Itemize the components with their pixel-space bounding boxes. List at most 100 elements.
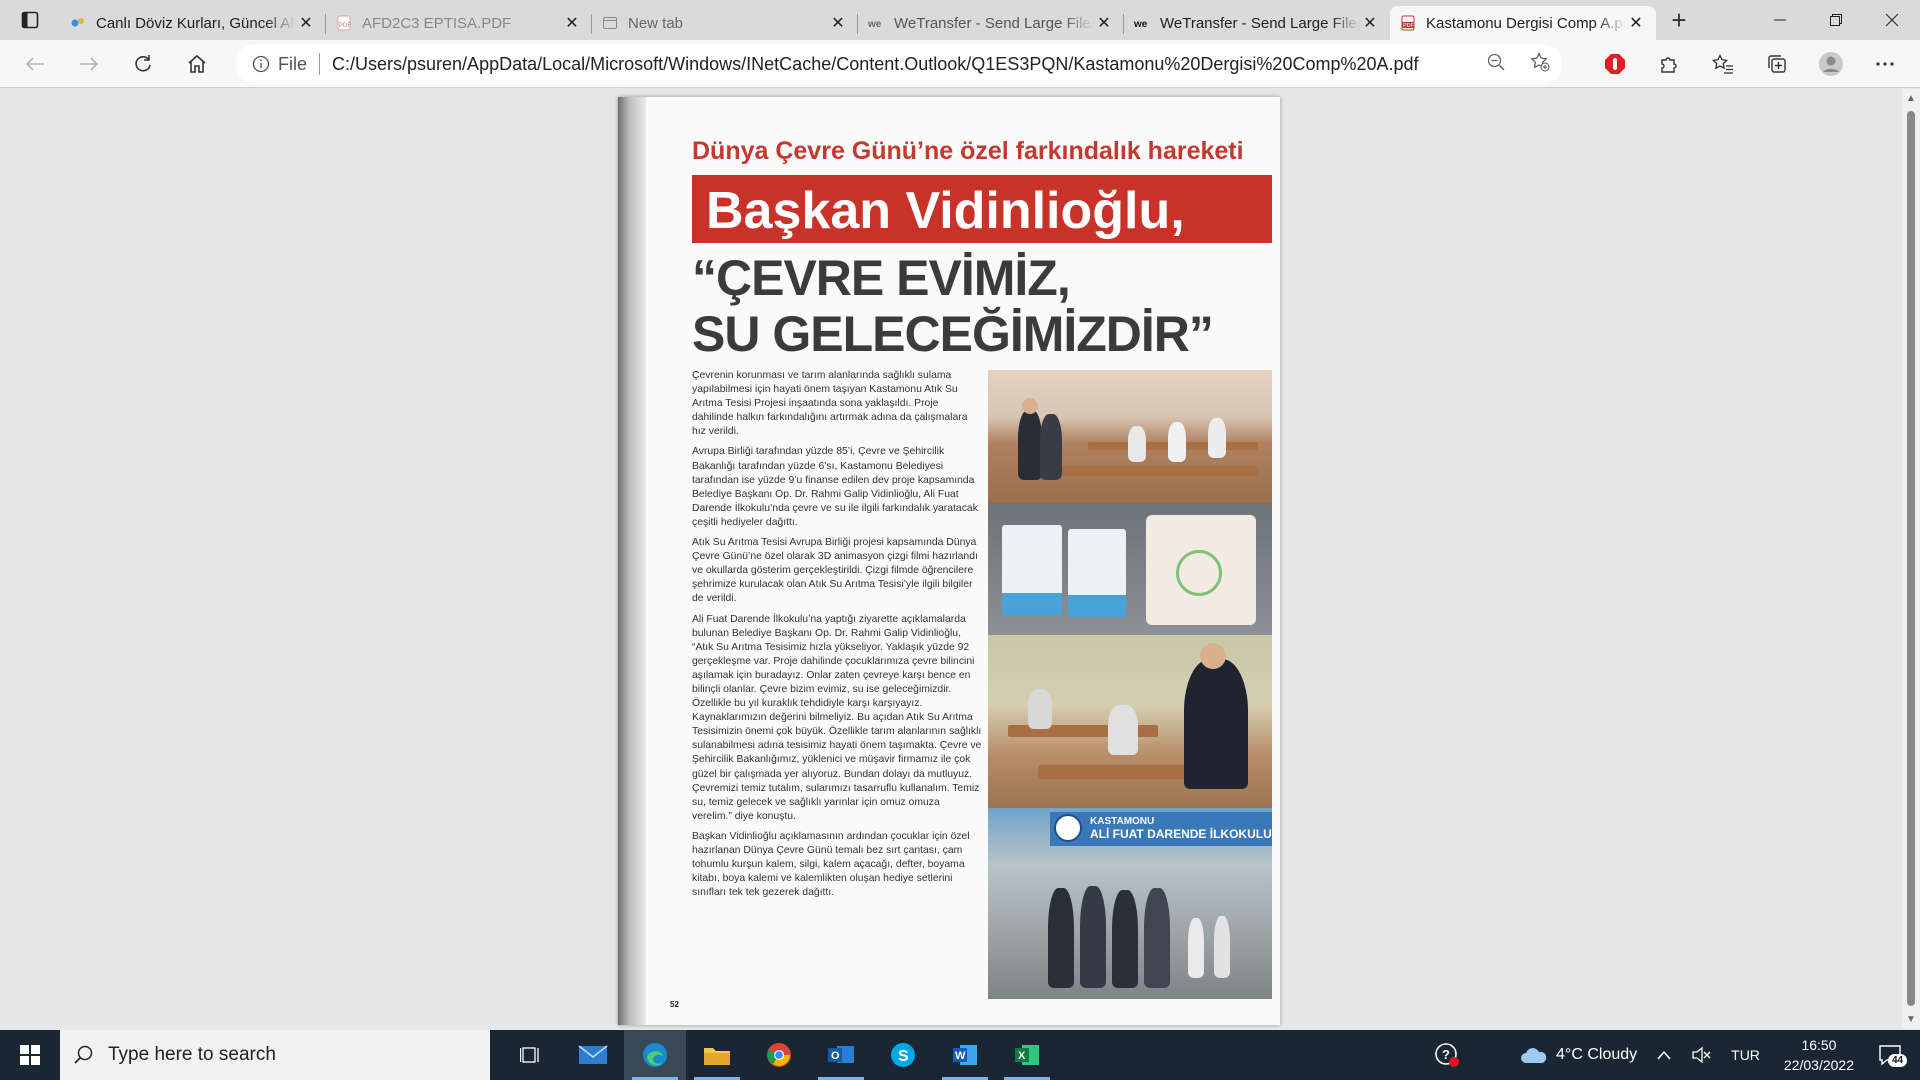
tab-title: Kastamonu Dergisi Comp A.pdf	[1426, 14, 1626, 32]
excel-icon: X	[1015, 1045, 1039, 1065]
chevron-up-icon	[1657, 1050, 1671, 1060]
browser-tab[interactable]: we WeTransfer - Send Large Files ✕	[858, 6, 1124, 40]
help-tray-button[interactable]: ?	[1424, 1030, 1470, 1080]
browser-toolbar: File C:/Users/psuren/AppData/Local/Micro…	[0, 40, 1920, 88]
tab-title: WeTransfer - Send Large Files	[894, 14, 1094, 32]
collections-button[interactable]	[1750, 44, 1804, 84]
pdf-icon: PDF	[1400, 15, 1416, 31]
vertical-scrollbar[interactable]: ▲ ▼	[1902, 89, 1920, 1029]
add-favorite-button[interactable]	[1518, 51, 1562, 77]
browser-tab[interactable]: New tab ✕	[592, 6, 858, 40]
minimize-icon	[1774, 19, 1786, 21]
task-view-icon	[520, 1047, 539, 1063]
start-button[interactable]	[0, 1030, 60, 1080]
article-body: Çevrenin korunması ve tarım alanlarında …	[692, 369, 982, 906]
scroll-down-icon[interactable]: ▼	[1906, 1014, 1916, 1025]
minimize-button[interactable]	[1752, 0, 1808, 40]
wetransfer-icon: we	[1134, 15, 1150, 31]
close-tab-icon[interactable]: ✕	[1360, 13, 1380, 33]
student-figure	[1208, 418, 1226, 458]
article-headline: Başkan Vidinlioğlu,	[706, 182, 1185, 240]
wetransfer-icon: we	[868, 15, 884, 31]
show-hidden-icons-button[interactable]	[1647, 1030, 1681, 1080]
home-button[interactable]	[170, 44, 224, 84]
browser-tab[interactable]: Canlı Döviz Kurları, Güncel Altın ✕	[60, 6, 326, 40]
browser-tab[interactable]: we WeTransfer - Send Large Files ✕	[1124, 6, 1390, 40]
address-divider	[319, 53, 321, 75]
volume-button[interactable]	[1681, 1030, 1721, 1080]
svg-text:S: S	[898, 1048, 909, 1065]
search-icon	[74, 1045, 93, 1064]
school-entrance-photo: KASTAMONU ALİ FUAT DARENDE İLKOKULU	[988, 808, 1272, 999]
adblock-extension-button[interactable]	[1588, 44, 1642, 84]
scroll-up-icon[interactable]: ▲	[1906, 93, 1916, 104]
zoom-button[interactable]	[1474, 53, 1518, 76]
profile-button[interactable]	[1804, 44, 1858, 84]
home-icon	[188, 54, 206, 73]
school-emblem-icon	[1054, 814, 1082, 842]
classroom-photo	[988, 370, 1272, 503]
more-menu-button[interactable]	[1858, 44, 1912, 84]
info-icon[interactable]	[252, 55, 270, 73]
search-placeholder: Type here to search	[108, 1044, 276, 1065]
restore-button[interactable]	[1808, 0, 1864, 40]
outlook-app-button[interactable]: O	[810, 1030, 872, 1080]
chrome-app-button[interactable]	[748, 1030, 810, 1080]
word-app-button[interactable]: W	[934, 1030, 996, 1080]
taskbar-clock[interactable]: 16:50 22/03/2022	[1770, 1035, 1868, 1075]
pdf-icon: PDF	[336, 15, 352, 31]
school-signboard: KASTAMONU ALİ FUAT DARENDE İLKOKULU	[1050, 812, 1272, 846]
tab-actions-button[interactable]	[0, 0, 60, 40]
new-tab-button[interactable]: +	[1656, 0, 1702, 40]
refresh-button[interactable]	[116, 44, 170, 84]
browser-tab-active[interactable]: PDF Kastamonu Dergisi Comp A.pdf ✕	[1390, 6, 1656, 40]
student-figure	[1028, 689, 1052, 729]
notification-center-button[interactable]: 44	[1868, 1030, 1920, 1080]
edge-app-button[interactable]	[624, 1030, 686, 1080]
adblock-icon	[1605, 54, 1625, 74]
skype-icon: S	[891, 1043, 915, 1067]
booklet-shape	[1068, 529, 1126, 617]
tab-title: New tab	[628, 14, 684, 32]
close-tab-icon[interactable]: ✕	[1094, 13, 1114, 33]
extensions-button[interactable]	[1642, 44, 1696, 84]
back-button[interactable]	[8, 44, 62, 84]
svg-text:?: ?	[1442, 1047, 1450, 1062]
file-explorer-button[interactable]	[686, 1030, 748, 1080]
url-text[interactable]: C:/Users/psuren/AppData/Local/Microsoft/…	[332, 54, 1474, 75]
article-kicker: Dünya Çevre Günü’ne özel farkındalık har…	[692, 137, 1244, 165]
article-paragraph: Ali Fuat Darende İlkokulu’na yaptığı ziy…	[692, 613, 982, 822]
browser-tab[interactable]: PDF AFD2C3 EPTISA.PDF ✕	[326, 6, 592, 40]
mail-app-button[interactable]	[562, 1030, 624, 1080]
forward-button[interactable]	[62, 44, 116, 84]
booklet-shape	[1002, 525, 1062, 615]
quote-line-2: SU GELECEĞİMİZDİR”	[692, 306, 1214, 362]
person-figure	[1184, 659, 1248, 789]
newtab-icon	[602, 15, 618, 31]
person-figure	[1048, 888, 1074, 988]
star-add-icon	[1530, 51, 1550, 71]
refresh-icon	[135, 54, 151, 72]
student-figure	[1128, 426, 1146, 462]
page-spine-shadow	[618, 97, 646, 1025]
excel-app-button[interactable]: X	[996, 1030, 1058, 1080]
help-icon: ?	[1435, 1043, 1460, 1067]
svg-text:we: we	[1134, 19, 1148, 28]
chrome-icon	[767, 1043, 791, 1067]
close-tab-icon[interactable]: ✕	[296, 13, 316, 33]
collections-icon	[1768, 55, 1786, 73]
person-head	[1022, 398, 1038, 414]
skype-app-button[interactable]: S	[872, 1030, 934, 1080]
close-tab-icon[interactable]: ✕	[562, 13, 582, 33]
task-view-button[interactable]	[500, 1030, 562, 1080]
favorites-button[interactable]	[1696, 44, 1750, 84]
close-window-button[interactable]	[1864, 0, 1920, 40]
tab-title: WeTransfer - Send Large Files	[1160, 14, 1360, 32]
close-tab-icon[interactable]: ✕	[828, 13, 848, 33]
scrollbar-thumb[interactable]	[1907, 111, 1915, 1006]
weather-widget[interactable]: 4°C Cloudy	[1510, 1030, 1647, 1080]
taskbar-search-box[interactable]: Type here to search	[60, 1030, 490, 1080]
language-indicator[interactable]: TUR	[1721, 1030, 1770, 1080]
close-tab-icon[interactable]: ✕	[1626, 13, 1646, 33]
address-bar[interactable]: File C:/Users/psuren/AppData/Local/Micro…	[236, 44, 1562, 84]
